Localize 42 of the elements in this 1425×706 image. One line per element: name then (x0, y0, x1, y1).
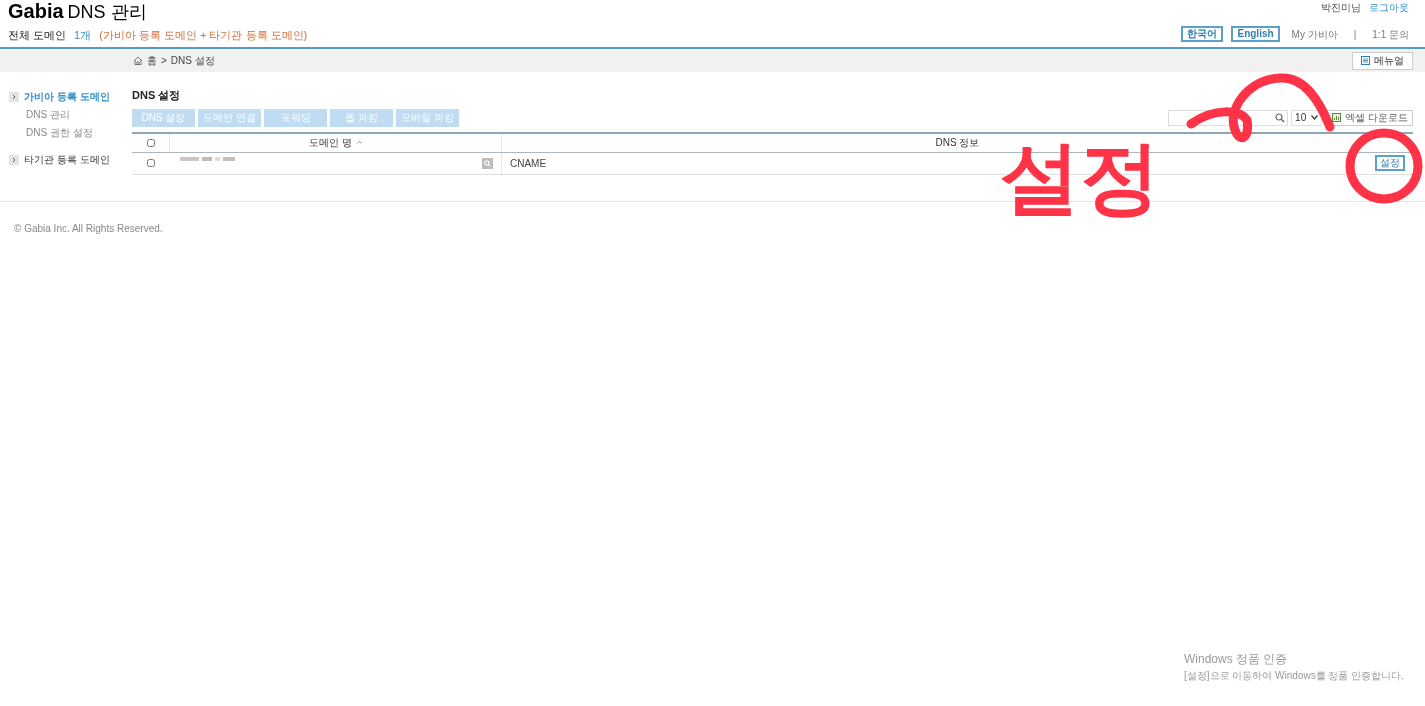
activation-message: [설정]으로 이동하여 Windows를 정품 인증합니다. (1184, 669, 1404, 683)
chevron-icon (9, 91, 19, 102)
column-header[interactable]: 도메인 명 (309, 135, 352, 150)
page-size-select[interactable]: 10 (1291, 109, 1323, 126)
sidebar-item[interactable]: 타기관 등록 도메인 (24, 152, 110, 167)
home-icon[interactable] (133, 56, 143, 65)
excel-download-button[interactable]: 엑셀 다운로드 (1327, 109, 1413, 126)
settings-button[interactable]: 설정 (1375, 155, 1405, 171)
search-field[interactable] (1168, 109, 1289, 126)
section-title: DNS 설정 (132, 88, 182, 103)
breadcrumb-separator: > (161, 54, 167, 68)
user-name: 박진미님 (1321, 1, 1361, 14)
chevron-icon (9, 154, 19, 165)
language-button[interactable]: English (1231, 26, 1280, 42)
logo: Gabia (8, 0, 64, 22)
sidebar-subitem[interactable]: DNS 관리 (9, 107, 132, 122)
breadcrumb-current: DNS 설정 (170, 54, 215, 68)
annotation-text: 설정 (1000, 132, 1160, 224)
domain-count: 1개 (74, 28, 92, 43)
select-all-checkbox[interactable] (146, 138, 155, 147)
table-cell-text: CNAME (510, 156, 547, 171)
inquiry-link[interactable]: 1:1 문의 (1372, 26, 1409, 42)
column-header[interactable]: DNS 정보 (935, 135, 980, 150)
sidebar-item[interactable]: 가비아 등록 도메인 (24, 89, 110, 104)
copyright-text: © Gabia Inc. All Rights Reserved. (14, 223, 163, 234)
sidebar-subitem[interactable]: DNS 권한 설정 (9, 125, 132, 140)
summary-note: (가비아 등록 도메인 + 타기관 등록 도메인) (99, 28, 308, 43)
spreadsheet-icon (1332, 113, 1342, 122)
breadcrumb-home[interactable]: 홈 (147, 53, 157, 68)
language-button[interactable]: 한국어 (1181, 26, 1224, 42)
logout-link[interactable]: 로그아웃 (1369, 0, 1409, 14)
search-icon (484, 159, 491, 167)
activation-title: Windows 정품 인증 (1184, 651, 1289, 668)
row-checkbox[interactable] (147, 159, 155, 167)
page-title: DNS 관리 (67, 1, 147, 23)
search-icon (1275, 112, 1286, 123)
document-icon (1361, 56, 1370, 65)
manual-button[interactable]: 메뉴얼 (1352, 51, 1413, 70)
link-separator: | (1353, 27, 1357, 42)
caret-icon (1311, 115, 1319, 120)
summary-label: 전체 도메인 (8, 28, 67, 43)
my-gabia-link[interactable]: My 가비아 (1291, 26, 1338, 42)
